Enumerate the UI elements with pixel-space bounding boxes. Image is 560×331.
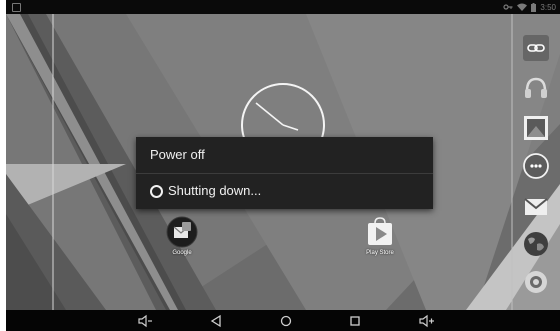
- dialog-divider: [136, 173, 433, 174]
- key-icon: [503, 4, 513, 10]
- dock-gmail-app[interactable]: [522, 192, 550, 220]
- app-play-store[interactable]: Play Store: [350, 216, 410, 256]
- app-drawer-icon: [523, 153, 549, 179]
- headphones-icon: [525, 77, 547, 98]
- dock-music-app[interactable]: [522, 74, 550, 102]
- google-folder-icon: [166, 216, 198, 248]
- progress-spinner-icon: [150, 185, 163, 198]
- dock-link-app[interactable]: [522, 34, 550, 62]
- volume-up-icon: [419, 314, 434, 328]
- gmail-icon: [524, 198, 548, 215]
- play-store-icon: [368, 217, 392, 245]
- android-screen: 3:50 Google Play Store Power off Shuttin…: [6, 0, 560, 331]
- dialog-title: Power off: [150, 147, 205, 162]
- dock-gallery-app[interactable]: [522, 114, 550, 142]
- settings-icon: [525, 271, 547, 293]
- gallery-icon: [524, 116, 548, 140]
- power-off-dialog: Power off Shutting down...: [136, 137, 433, 209]
- volume-down-icon: [138, 314, 152, 328]
- back-icon: [210, 314, 221, 328]
- volume-up-button[interactable]: [419, 313, 435, 329]
- dock-settings-app[interactable]: [522, 268, 550, 296]
- navigation-bar: [6, 310, 560, 331]
- dock-app-drawer[interactable]: [522, 152, 550, 180]
- dock-browser-app[interactable]: [522, 230, 550, 258]
- app-label: Play Store: [366, 250, 394, 256]
- home-icon: [280, 315, 292, 327]
- notification-icon: [12, 3, 21, 12]
- volume-down-button[interactable]: [137, 313, 153, 329]
- recents-icon: [350, 316, 360, 326]
- clock-time: 3:50: [540, 2, 556, 12]
- status-icons: 3:50: [503, 1, 556, 13]
- app-google[interactable]: Google: [152, 216, 212, 256]
- home-button[interactable]: [278, 313, 294, 329]
- battery-icon: [531, 2, 537, 12]
- link-icon: [523, 35, 549, 61]
- dialog-message: Shutting down...: [168, 183, 262, 198]
- back-button[interactable]: [208, 313, 224, 329]
- status-bar: 3:50: [6, 0, 560, 14]
- wifi-icon: [517, 3, 528, 11]
- app-label: Google: [172, 250, 192, 256]
- recents-button[interactable]: [347, 313, 363, 329]
- globe-icon: [524, 232, 548, 256]
